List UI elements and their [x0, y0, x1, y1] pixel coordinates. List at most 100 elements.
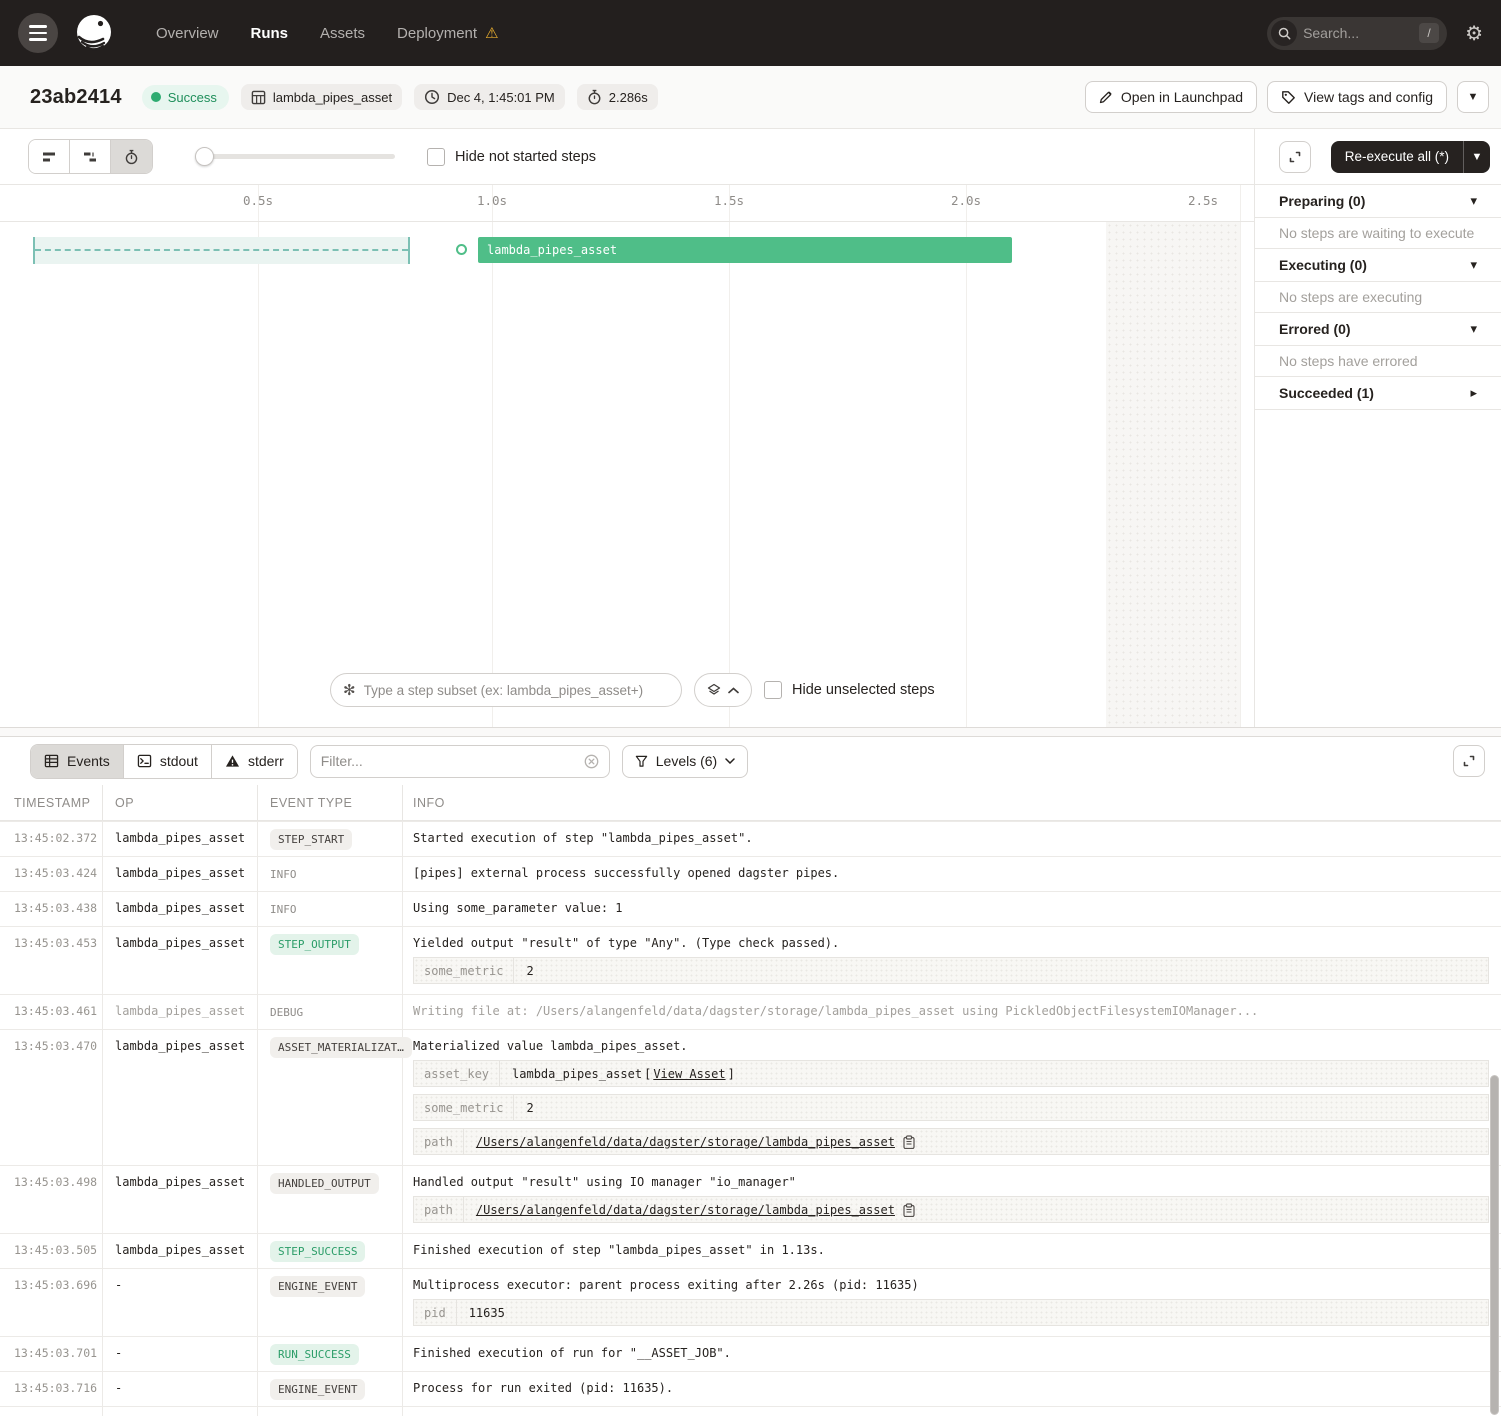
nav-links: Overview Runs Assets Deployment ⚠: [156, 25, 499, 42]
log-scrollbar-thumb[interactable]: [1490, 1075, 1499, 1415]
log-filter[interactable]: [310, 745, 610, 778]
info-message: Multiprocess executor: parent process ex…: [413, 1275, 1489, 1292]
event-type-tag: STEP_OUTPUT: [270, 934, 359, 955]
log-tab-switcher: Events stdout stderr: [30, 744, 298, 779]
step-pane-toolbar: Re-execute all (*) ▼: [1255, 129, 1501, 185]
clear-filter-icon[interactable]: [584, 754, 599, 769]
cell-op: lambda_pipes_asset: [103, 995, 258, 1029]
log-filter-input[interactable]: [321, 753, 576, 769]
event-row[interactable]: 13:45:03.701 - RUN_SUCCESS Finished exec…: [0, 1337, 1501, 1372]
cell-event-type: STEP_START: [258, 822, 403, 856]
zoom-slider-handle[interactable]: [195, 147, 214, 166]
cell-op: lambda_pipes_asset: [103, 822, 258, 856]
open-launchpad-button[interactable]: Open in Launchpad: [1085, 81, 1257, 113]
chevron-down-icon: ▾: [1470, 257, 1477, 273]
waterfall-view-button[interactable]: [70, 140, 111, 173]
filter-funnel-icon: [635, 755, 648, 768]
section-preparing[interactable]: Preparing (0) ▾: [1255, 185, 1501, 218]
nav-item-overview[interactable]: Overview: [156, 25, 219, 42]
reexecute-all-label: Re-execute all (*): [1331, 141, 1463, 173]
duration-pill: 2.286s: [577, 84, 658, 110]
metadata-link[interactable]: View Asset: [653, 1067, 725, 1081]
hide-unselected-checkbox[interactable]: [764, 681, 782, 699]
expand-gantt-button[interactable]: [1279, 141, 1311, 173]
step-subset-input[interactable]: [364, 683, 669, 698]
cell-op: -: [103, 1269, 258, 1336]
gantt-toolbar: Hide not started steps: [0, 129, 1254, 185]
event-type-tag: HANDLED_OUTPUT: [270, 1173, 379, 1194]
tab-events[interactable]: Events: [31, 745, 124, 778]
search-input[interactable]: [1303, 25, 1413, 41]
col-header-timestamp: TIMESTAMP: [0, 785, 103, 820]
copy-icon[interactable]: [903, 1135, 915, 1149]
event-row[interactable]: 13:45:03.461 lambda_pipes_asset DEBUG Wr…: [0, 995, 1501, 1030]
nav-item-assets[interactable]: Assets: [320, 25, 365, 42]
log-toolbar: Events stdout stderr Levels (6: [0, 737, 1501, 785]
timed-view-button[interactable]: [111, 140, 152, 173]
reexecute-all-button[interactable]: Re-execute all (*) ▼: [1331, 141, 1490, 173]
section-errored-body: No steps have errored: [1255, 346, 1501, 377]
event-row[interactable]: 13:45:03.498 lambda_pipes_asset HANDLED_…: [0, 1166, 1501, 1234]
cell-op: -: [103, 1337, 258, 1371]
col-header-event-type: EVENT TYPE: [258, 785, 403, 820]
run-actions-caret-button[interactable]: ▼: [1457, 81, 1489, 113]
section-errored[interactable]: Errored (0) ▾: [1255, 313, 1501, 346]
col-header-op: OP: [103, 785, 258, 820]
cell-op: lambda_pipes_asset: [103, 1234, 258, 1268]
run-header-actions: Open in Launchpad View tags and config ▼: [1085, 81, 1489, 113]
cell-event-type: DEBUG: [258, 995, 403, 1029]
section-executing[interactable]: Executing (0) ▾: [1255, 249, 1501, 282]
event-row[interactable]: 13:45:02.372 lambda_pipes_asset STEP_STA…: [0, 822, 1501, 857]
dagster-logo-icon[interactable]: [72, 11, 116, 55]
info-message: Handled output "result" using IO manager…: [413, 1172, 1489, 1189]
metadata-link[interactable]: /Users/alangenfeld/data/dagster/storage/…: [476, 1135, 895, 1149]
caret-down-icon: ▼: [1472, 151, 1483, 163]
expand-log-button[interactable]: [1453, 745, 1485, 777]
hide-unselected-control: Hide unselected steps: [764, 681, 935, 699]
copy-icon[interactable]: [903, 1203, 915, 1217]
event-row-spacer: [0, 1407, 1501, 1416]
step-subset-filter[interactable]: ✻: [330, 673, 682, 707]
step-waiting-region: [33, 237, 410, 264]
section-succeeded[interactable]: Succeeded (1) ▸: [1255, 377, 1501, 410]
log-table-header: TIMESTAMP OP EVENT TYPE INFO: [0, 785, 1501, 821]
layers-icon: [707, 683, 721, 697]
event-type-tag: INFO: [270, 864, 297, 885]
cell-info: Finished execution of run for "__ASSET_J…: [403, 1337, 1501, 1371]
levels-dropdown[interactable]: Levels (6): [622, 745, 748, 778]
nav-item-deployment[interactable]: Deployment ⚠: [397, 25, 499, 42]
cell-event-type: ENGINE_EVENT: [258, 1372, 403, 1406]
menu-button[interactable]: [18, 13, 58, 53]
event-row[interactable]: 13:45:03.424 lambda_pipes_asset INFO [pi…: [0, 857, 1501, 892]
tab-stdout[interactable]: stdout: [124, 745, 212, 778]
graph-query-toggle-button[interactable]: [694, 673, 752, 707]
job-pill[interactable]: lambda_pipes_asset: [241, 84, 402, 110]
gridline: [1240, 185, 1241, 727]
hide-not-started-label: Hide not started steps: [455, 149, 596, 165]
event-row[interactable]: 13:45:03.696 - ENGINE_EVENT Multiprocess…: [0, 1269, 1501, 1337]
info-message: Materialized value lambda_pipes_asset.: [413, 1036, 1489, 1053]
zoom-slider[interactable]: [195, 147, 395, 167]
global-search[interactable]: /: [1267, 17, 1447, 50]
panel-splitter[interactable]: [0, 727, 1501, 737]
view-tags-config-button[interactable]: View tags and config: [1267, 81, 1447, 113]
tab-stderr[interactable]: stderr: [212, 745, 297, 778]
gridline: [729, 185, 730, 727]
reexecute-caret-button[interactable]: ▼: [1463, 141, 1490, 173]
cell-event-type: ENGINE_EVENT: [258, 1269, 403, 1336]
event-row[interactable]: 13:45:03.438 lambda_pipes_asset INFO Usi…: [0, 892, 1501, 927]
info-message: Using some_parameter value: 1: [413, 898, 1489, 915]
flat-view-button[interactable]: [29, 140, 70, 173]
event-row[interactable]: 13:45:03.453 lambda_pipes_asset STEP_OUT…: [0, 927, 1501, 995]
hide-not-started-checkbox[interactable]: [427, 148, 445, 166]
event-row[interactable]: 13:45:03.470 lambda_pipes_asset ASSET_MA…: [0, 1030, 1501, 1166]
nav-item-runs[interactable]: Runs: [251, 25, 289, 42]
gantt-step-bar[interactable]: lambda_pipes_asset: [478, 237, 1012, 263]
event-row[interactable]: 13:45:03.716 - ENGINE_EVENT Process for …: [0, 1372, 1501, 1407]
info-message: Yielded output "result" of type "Any". (…: [413, 933, 1489, 950]
metadata-link[interactable]: /Users/alangenfeld/data/dagster/storage/…: [476, 1203, 895, 1217]
gear-icon[interactable]: ⚙: [1465, 21, 1483, 46]
cell-info: Finished execution of step "lambda_pipes…: [403, 1234, 1501, 1268]
event-row[interactable]: 13:45:03.505 lambda_pipes_asset STEP_SUC…: [0, 1234, 1501, 1269]
search-shortcut-badge: /: [1419, 23, 1439, 43]
